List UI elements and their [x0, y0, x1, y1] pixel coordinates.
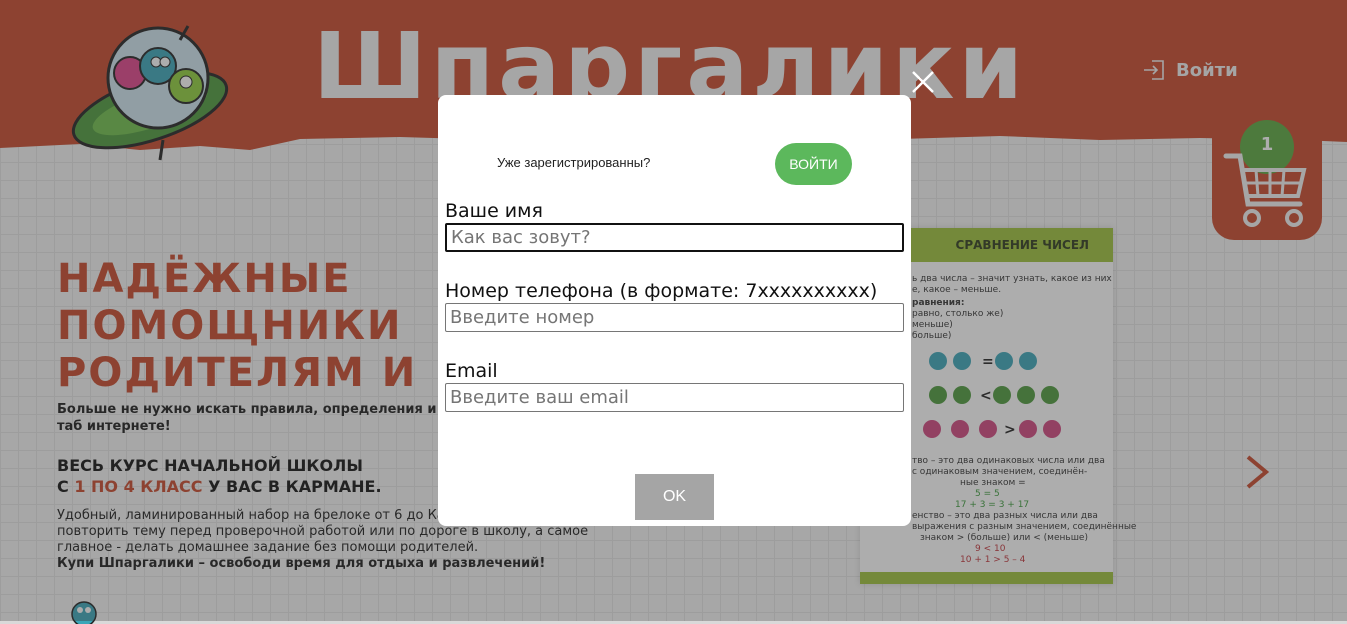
email-input[interactable] [445, 383, 904, 412]
registration-modal: Уже зарегистрированны? ВОЙТИ Ваше имя Но… [438, 95, 911, 526]
already-registered-text: Уже зарегистрированны? [497, 155, 651, 170]
close-icon [912, 71, 934, 93]
phone-input[interactable] [445, 303, 904, 332]
name-input[interactable] [445, 223, 904, 252]
name-label: Ваше имя [445, 200, 543, 222]
phone-label: Номер телефона (в формате: 7xxxxxxxxxx) [445, 280, 878, 302]
ok-button[interactable]: OK [635, 474, 714, 520]
email-label: Email [445, 360, 498, 382]
modal-close-button[interactable] [910, 69, 936, 95]
modal-login-button[interactable]: ВОЙТИ [775, 143, 852, 185]
